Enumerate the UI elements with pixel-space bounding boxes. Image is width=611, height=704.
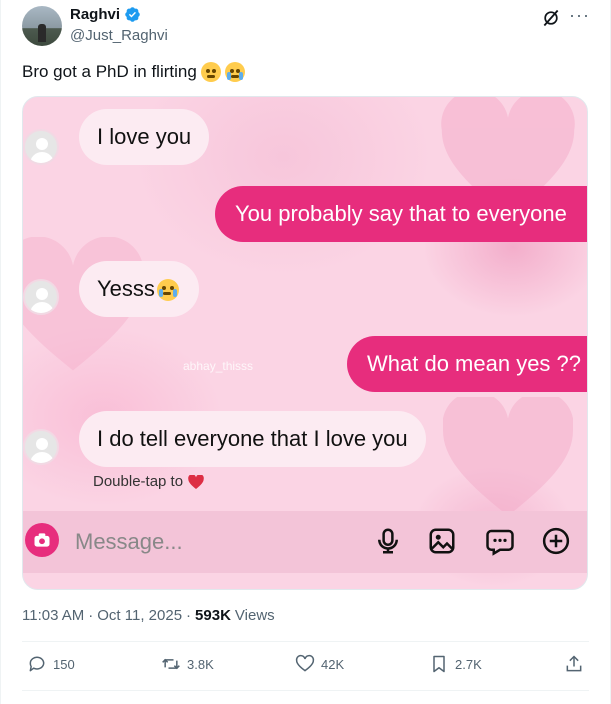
image-watermark: abhay_thisss — [183, 359, 254, 373]
reply-count: 150 — [53, 656, 75, 672]
chat-message-sent: What do mean yes ?? — [347, 336, 587, 392]
loudly-crying-face-icon — [157, 279, 179, 301]
chat-avatar — [23, 279, 59, 315]
chat-avatar — [23, 429, 59, 465]
tweet-media-image[interactable]: I love you You probably say that to ever… — [22, 96, 588, 590]
message-input-placeholder: Message... — [75, 529, 183, 554]
more-options-icon[interactable]: ··· — [569, 6, 590, 24]
red-heart-icon — [188, 474, 204, 489]
double-tap-label: Double-tap to — [93, 473, 184, 490]
views-label[interactable]: Views — [235, 607, 275, 624]
microphone-icon — [378, 528, 398, 554]
image-icon — [429, 528, 455, 554]
plus-icon — [542, 527, 570, 555]
bookmark-button[interactable]: 2.7K — [429, 654, 482, 674]
loudly-crying-face-icon — [224, 62, 245, 82]
chat-message-text: Yesss — [97, 276, 155, 301]
repost-button[interactable]: 3.8K — [161, 654, 214, 674]
tweet-card: Raghvi @Just_Raghvi ··· Bro got a PhD in… — [0, 0, 611, 704]
meta-separator: · — [88, 607, 94, 624]
tweet-time[interactable]: 11:03 AM — [22, 607, 84, 624]
meta-separator: · — [186, 607, 192, 624]
tweet-date[interactable]: Oct 11, 2025 — [97, 607, 182, 624]
chat-message-received: Yesss — [79, 261, 199, 317]
tweet-body: Bro got a PhD in flirting — [22, 62, 197, 81]
double-tap-hint: Double-tap to — [93, 473, 204, 490]
divider — [22, 690, 589, 691]
bookmark-count: 2.7K — [455, 656, 482, 672]
tweet-meta: 11:03 AM · Oct 11, 2025 · 593K Views — [22, 607, 275, 624]
background-heart-icon — [443, 397, 573, 516]
share-button[interactable] — [564, 654, 584, 674]
camera-button — [25, 523, 59, 557]
message-composer: Message... — [23, 511, 587, 573]
sticker-icon — [486, 529, 514, 556]
reply-button[interactable]: 150 — [27, 654, 75, 674]
grok-icon[interactable] — [541, 8, 561, 28]
chat-message-received: I do tell everyone that I love you — [79, 411, 426, 467]
repost-icon — [162, 658, 180, 670]
author-name-row[interactable]: Raghvi — [70, 6, 141, 23]
repost-count: 3.8K — [187, 656, 214, 672]
camera-icon — [34, 533, 50, 547]
chat-message-received: I love you — [79, 109, 210, 165]
like-button[interactable]: 42K — [295, 654, 344, 674]
chat-message-sent: You probably say that to everyone — [215, 186, 587, 242]
like-count: 42K — [321, 656, 345, 672]
bookmark-icon — [433, 655, 445, 673]
like-heart-icon — [295, 654, 315, 672]
divider — [22, 641, 589, 642]
author-handle[interactable]: @Just_Raghvi — [70, 27, 168, 44]
pleading-face-icon — [200, 62, 221, 82]
reply-icon — [29, 656, 45, 672]
views-count[interactable]: 593K — [195, 607, 231, 624]
verified-badge-icon — [125, 7, 140, 22]
author-avatar[interactable] — [22, 6, 62, 46]
author-display-name[interactable]: Raghvi — [70, 6, 120, 23]
share-icon — [566, 655, 582, 672]
tweet-text: Bro got a PhD in flirting — [22, 62, 245, 82]
chat-avatar — [23, 129, 59, 165]
